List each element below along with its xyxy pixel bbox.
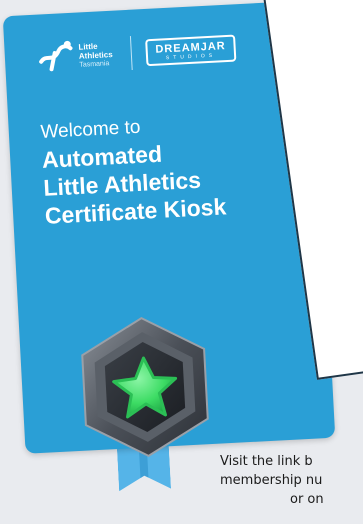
little-athletics-logo: Little Athletics Tasmania xyxy=(36,36,114,76)
runner-icon xyxy=(39,40,73,72)
instructions-line-1: Visit the link b xyxy=(220,454,313,469)
instructions-line-2: membership nu xyxy=(220,473,323,488)
dreamjar-logo: DREAMJAR STUDIOS xyxy=(144,34,237,66)
logo-divider xyxy=(129,36,133,71)
instructions-text: Visit the link b membership nu or on xyxy=(220,452,363,509)
instructions-line-3: or on xyxy=(290,492,324,507)
star-medal-icon xyxy=(81,316,209,458)
la-line3: Tasmania xyxy=(79,59,110,69)
welcome-heading: Welcome to Automated Little Athletics Ce… xyxy=(40,113,227,230)
